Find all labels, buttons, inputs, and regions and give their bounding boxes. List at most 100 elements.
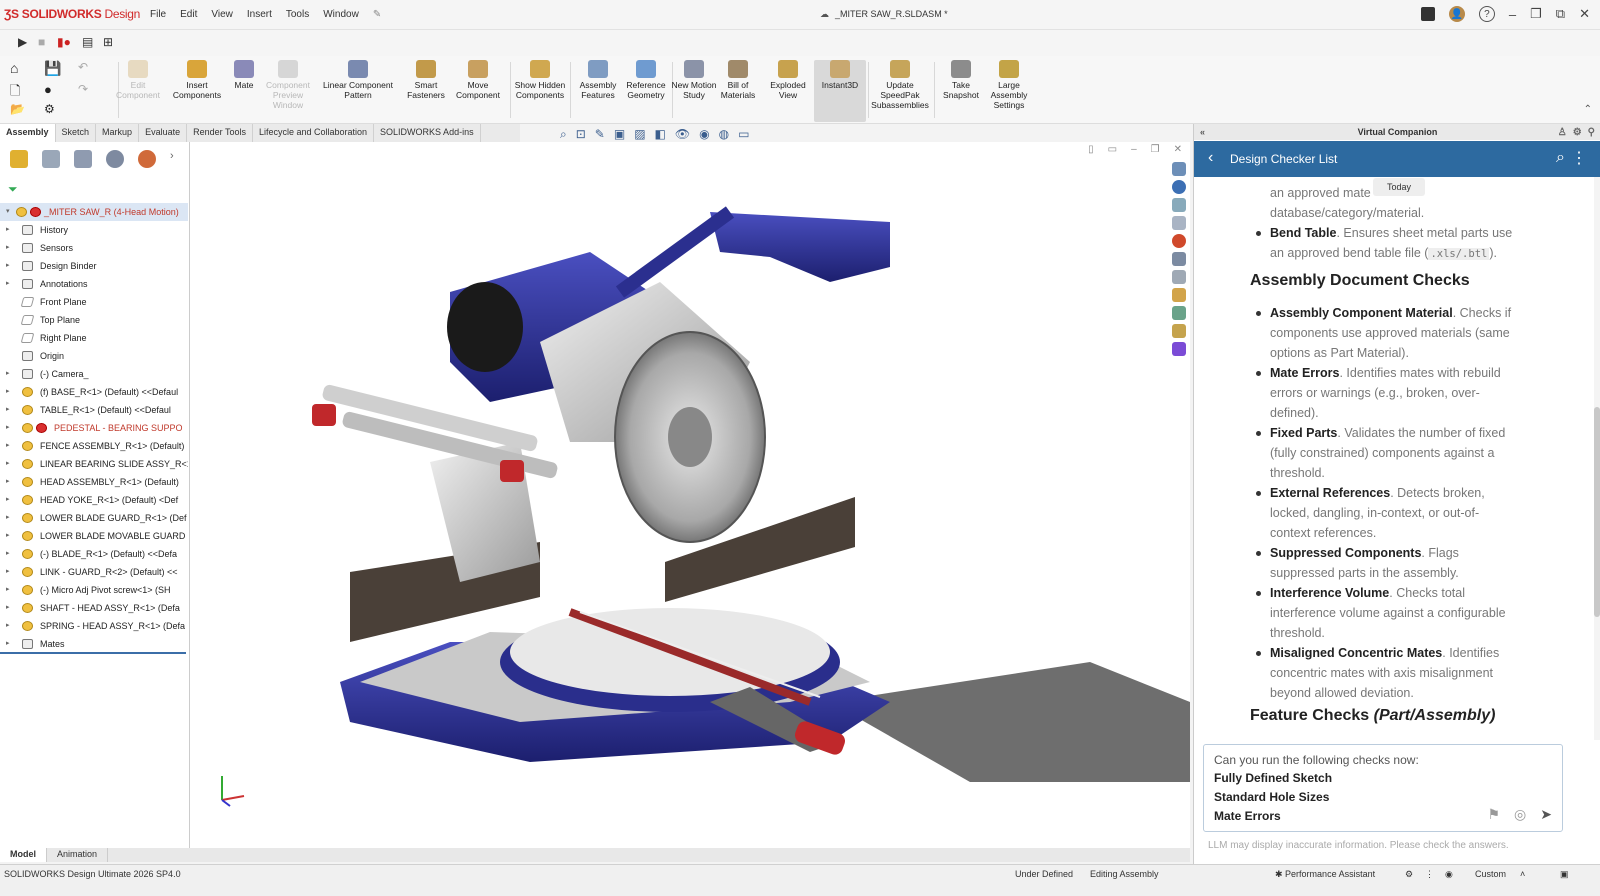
expand-arrow-icon[interactable]: ▸ <box>6 401 10 419</box>
tab-sketch[interactable]: Sketch <box>56 124 97 142</box>
expand-arrow-icon[interactable]: ▸ <box>6 365 10 383</box>
tab-lifecycle[interactable]: Lifecycle and Collaboration <box>253 124 375 142</box>
property-manager-tab-icon[interactable] <box>42 150 60 168</box>
tree-item[interactable]: ▸ HEAD YOKE_R<1> (Default) <Def <box>0 491 188 509</box>
3dexperience-icon[interactable] <box>1172 180 1186 194</box>
component-preview-button[interactable]: Component Preview Window <box>262 60 314 110</box>
menu-window[interactable]: Window <box>323 9 359 20</box>
file-explorer-icon[interactable] <box>1172 216 1186 230</box>
view-orientation-icon[interactable]: ▨ <box>634 127 645 142</box>
tree-item[interactable]: ▸ SPRING - HEAD ASSY_R<1> (Defa <box>0 617 188 635</box>
instant3d-button[interactable]: Instant3D <box>814 60 866 122</box>
expand-arrow-icon[interactable]: ▸ <box>6 221 10 239</box>
toolbox-icon[interactable] <box>1172 306 1186 320</box>
save-icon[interactable]: 💾 <box>44 60 61 77</box>
update-speedpak-button[interactable]: Update SpeedPak Subassemblies <box>868 60 932 110</box>
move-component-button[interactable]: Move Component <box>452 60 504 100</box>
edit-component-button[interactable]: Edit Component <box>112 60 164 100</box>
unit-dropdown-icon[interactable]: ˄ <box>1520 869 1525 879</box>
appearances-icon[interactable] <box>1172 234 1186 248</box>
expand-arrow-icon[interactable]: ▸ <box>6 509 10 527</box>
tree-item[interactable]: ▸ (-) Micro Adj Pivot screw<1> (SH <box>0 581 188 599</box>
expand-arrow-icon[interactable]: ▸ <box>6 257 10 275</box>
pin-icon[interactable]: ✎ <box>373 9 381 20</box>
tree-item[interactable]: ▸ TABLE_R<1> (Default) <<Defaul <box>0 401 188 419</box>
expand-arrow-icon[interactable]: ▸ <box>6 635 10 653</box>
section-view-icon[interactable]: ▣ <box>614 127 625 142</box>
tree-item[interactable]: ▸ LINEAR BEARING SLIDE ASSY_R<1 <box>0 455 188 473</box>
menu-tools[interactable]: Tools <box>286 9 309 20</box>
bill-of-materials-button[interactable]: Bill of Materials <box>712 60 764 100</box>
display-style-icon[interactable]: ◧ <box>655 127 666 142</box>
notifications-icon[interactable]: ▣ <box>1560 869 1569 880</box>
graphics-area[interactable]: ▯ ▭ – ❐ ✕ <box>190 142 1190 848</box>
send-icon[interactable]: ➤ <box>1540 806 1552 823</box>
tab-animation[interactable]: Animation <box>47 848 109 862</box>
expand-arrow-icon[interactable]: ▸ <box>6 563 10 581</box>
tree-item[interactable]: ▸ LOWER BLADE GUARD_R<1> (Def <box>0 509 188 527</box>
macro-icon[interactable]: ▤ <box>82 35 93 49</box>
terminal-icon[interactable] <box>1420 7 1435 21</box>
tree-item[interactable]: ▸ FENCE ASSEMBLY_R<1> (Default) <box>0 437 188 455</box>
tree-item[interactable]: ▸ (f) BASE_R<1> (Default) <<Defaul <box>0 383 188 401</box>
tree-item[interactable]: ▸ Mates <box>0 635 188 653</box>
miter-saw-model[interactable] <box>190 142 1190 848</box>
attach-icon[interactable]: ⚑ <box>1487 806 1500 823</box>
expand-arrow-icon[interactable]: ▸ <box>6 491 10 509</box>
tree-item[interactable]: Right Plane <box>0 329 188 347</box>
hide-show-icon[interactable]: 👁 <box>675 127 690 142</box>
menu-insert[interactable]: Insert <box>247 9 272 20</box>
tree-item[interactable]: ▸ SHAFT - HEAD ASSY_R<1> (Defa <box>0 599 188 617</box>
solidworks-logo[interactable]: ƷS SOLIDWORKS Design <box>4 7 140 21</box>
settings-gear-icon[interactable]: ⚙ <box>1573 125 1582 141</box>
home-icon[interactable]: ⌂ <box>10 60 18 76</box>
plugin-icon[interactable] <box>1172 324 1186 338</box>
expand-arrow-icon[interactable]: ▸ <box>6 599 10 617</box>
zoom-to-fit-icon[interactable]: ⌕ <box>560 127 567 142</box>
filter-icon[interactable]: ⏷ <box>8 182 18 197</box>
menu-edit[interactable]: Edit <box>180 9 197 20</box>
avatar[interactable]: 👤 <box>1448 6 1465 22</box>
status-globe-icon[interactable]: ◉ <box>1445 869 1453 880</box>
expand-arrow-icon[interactable]: ▸ <box>6 527 10 545</box>
new-document-icon[interactable]: 🗋 <box>10 82 20 104</box>
macro-edit-icon[interactable]: ⊞ <box>103 35 113 49</box>
tree-item[interactable]: Origin <box>0 347 188 365</box>
tree-item[interactable]: ▸ LINK - GUARD_R<2> (Default) << <box>0 563 188 581</box>
stop-icon[interactable]: ■ <box>38 35 45 49</box>
insert-components-button[interactable]: Insert Components <box>171 60 223 100</box>
tree-item[interactable]: Front Plane <box>0 293 188 311</box>
tree-item[interactable]: ▸ PEDESTAL - BEARING SUPPO <box>0 419 188 437</box>
status-settings-icon[interactable]: ⋮ <box>1425 869 1434 880</box>
search-icon[interactable]: ⌕ <box>1556 149 1565 167</box>
apply-scene-icon[interactable]: ◍ <box>719 127 729 142</box>
tile-icon[interactable]: ⧉ <box>1556 6 1565 22</box>
options-gear-icon[interactable]: ⚙ <box>44 102 55 116</box>
design-library-icon[interactable] <box>1172 198 1186 212</box>
tree-item[interactable]: ▸ Design Binder <box>0 257 188 275</box>
scrollbar-thumb[interactable] <box>1594 407 1600 617</box>
expand-arrow-icon[interactable]: ▸ <box>6 275 10 293</box>
reference-geometry-button[interactable]: Reference Geometry <box>620 60 672 100</box>
chat-input[interactable]: Can you run the following checks now: Fu… <box>1203 744 1563 832</box>
tree-item[interactable]: ▸ Sensors <box>0 239 188 257</box>
back-arrow-icon[interactable]: ‹ <box>1208 149 1213 167</box>
tree-item[interactable]: ▸ Annotations <box>0 275 188 293</box>
expand-arrow-icon[interactable]: ▸ <box>6 617 10 635</box>
tab-assembly[interactable]: Assembly <box>0 124 56 142</box>
dimxpert-tab-icon[interactable] <box>106 150 124 168</box>
resources-icon[interactable] <box>1172 162 1186 176</box>
zoom-area-icon[interactable]: ⊡ <box>576 127 586 142</box>
menu-view[interactable]: View <box>211 9 233 20</box>
display-manager-tab-icon[interactable] <box>138 150 156 168</box>
rebuild-status-icon[interactable]: ⚙ <box>1405 869 1413 880</box>
virtual-companion-icon[interactable] <box>1172 342 1186 356</box>
expand-arrow-icon[interactable]: ▸ <box>6 545 10 563</box>
tree-item[interactable]: ▸ LOWER BLADE MOVABLE GUARD <box>0 527 188 545</box>
play-icon[interactable]: ▶ <box>18 35 27 49</box>
tab-model[interactable]: Model <box>0 848 47 862</box>
tab-evaluate[interactable]: Evaluate <box>139 124 188 142</box>
tree-item[interactable]: ▸ History <box>0 221 188 239</box>
tree-item[interactable]: ▸ (-) BLADE_R<1> (Default) <<Defa <box>0 545 188 563</box>
open-icon[interactable]: 📂 <box>10 102 25 116</box>
